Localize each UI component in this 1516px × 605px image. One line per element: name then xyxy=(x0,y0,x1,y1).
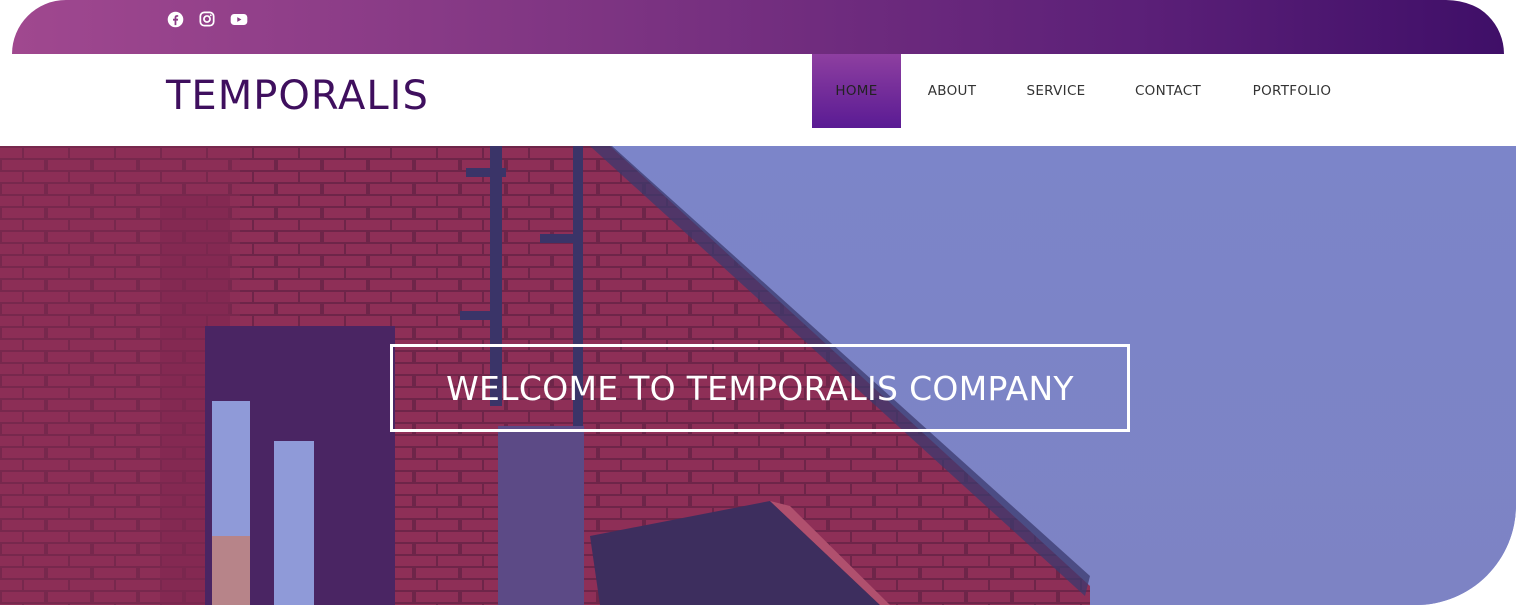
nav-item-about[interactable]: ABOUT xyxy=(901,54,1003,128)
youtube-icon[interactable] xyxy=(230,10,248,28)
facebook-icon[interactable] xyxy=(166,10,184,28)
welcome-banner: WELCOME TO TEMPORALIS COMPANY xyxy=(390,344,1130,432)
social-links xyxy=(166,10,248,28)
nav-item-home[interactable]: HOME xyxy=(812,54,901,128)
instagram-icon[interactable] xyxy=(198,10,216,28)
site-logo[interactable]: TEMPORALIS xyxy=(166,72,429,120)
nav-item-portfolio[interactable]: PORTFOLIO xyxy=(1227,54,1357,128)
site-header: TEMPORALIS HOME ABOUT SERVICE CONTACT PO… xyxy=(0,54,1516,146)
hero-banner: WELCOME TO TEMPORALIS COMPANY xyxy=(0,146,1516,605)
top-bar xyxy=(12,0,1504,54)
hero-title: WELCOME TO TEMPORALIS COMPANY xyxy=(446,368,1074,408)
nav-item-contact[interactable]: CONTACT xyxy=(1109,54,1227,128)
main-nav: HOME ABOUT SERVICE CONTACT PORTFOLIO xyxy=(812,54,1357,128)
nav-item-service[interactable]: SERVICE xyxy=(1003,54,1109,128)
page-frame: TEMPORALIS HOME ABOUT SERVICE CONTACT PO… xyxy=(0,0,1516,605)
